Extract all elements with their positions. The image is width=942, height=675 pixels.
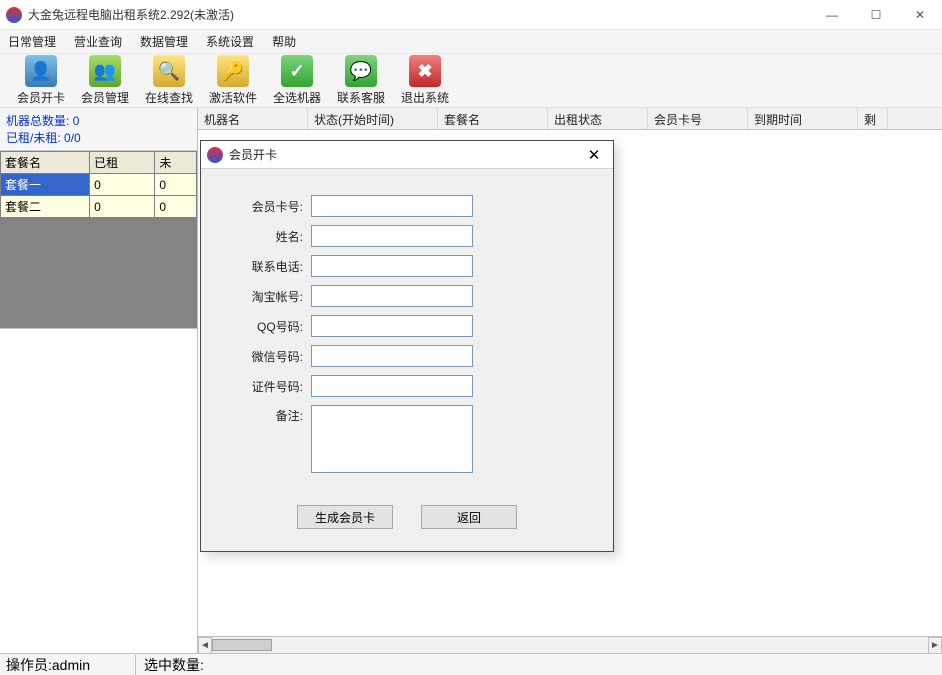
toolbar-exit-sys[interactable]: 退出系统 [394,55,456,106]
input-card[interactable] [311,195,473,217]
rent-value: 0/0 [64,131,81,145]
menu-系统设置[interactable]: 系统设置 [206,33,254,50]
input-taobao[interactable] [311,285,473,307]
machine-table-header: 机器名状态(开始时间)套餐名出租状态会员卡号到期时间剩 [198,108,942,130]
menubar: 日常管理 营业查询 数据管理 系统设置 帮助 [0,30,942,54]
member-open-label: 会员开卡 [10,89,72,106]
total-value: 0 [73,114,80,128]
titlebar: 大金兔远程电脑出租系统2.292(未激活) — ☐ ✕ [0,0,942,30]
exit-sys-icon [409,55,441,87]
total-label: 机器总数量: [6,114,69,128]
toolbar-member-mgr[interactable]: 会员管理 [74,55,136,106]
field-row-qq: QQ号码: [227,315,587,337]
field-row-name: 姓名: [227,225,587,247]
rent-label: 已租/未租: [6,131,61,145]
col-套餐名[interactable]: 套餐名 [438,108,548,129]
select-all-label: 全选机器 [266,89,328,106]
maximize-button[interactable]: ☐ [854,0,898,30]
input-remark[interactable] [311,405,473,473]
label-qq: QQ号码: [227,318,303,335]
package-table[interactable]: 套餐名已租未 套餐一00套餐二00 [0,151,197,218]
dialog-close-button[interactable]: ✕ [575,141,613,169]
scroll-right-arrow[interactable]: ► [928,637,942,653]
dialog-title: 会员开卡 [229,146,575,163]
menu-日常管理[interactable]: 日常管理 [8,33,56,50]
col-状态(开始时间)[interactable]: 状态(开始时间) [308,108,438,129]
field-row-idno: 证件号码: [227,375,587,397]
back-button[interactable]: 返回 [421,505,517,529]
input-wechat[interactable] [311,345,473,367]
activate-soft-label: 激活软件 [202,89,264,106]
member-open-icon [25,55,57,87]
pkg-row[interactable]: 套餐一00 [1,174,197,196]
package-table-fill [0,218,197,328]
pkg-col-已租[interactable]: 已租 [90,152,155,174]
dialog-form: 会员卡号: 姓名: 联系电话: 淘宝帐号: QQ号码: 微信号码: 证件号码: 备注: 生成会员… [201,169,613,539]
horizontal-scrollbar[interactable]: ◄ ► [198,636,942,653]
status-selected: 选中数量: [144,655,204,675]
pkg-col-未[interactable]: 未 [155,152,197,174]
contact-serv-icon [345,55,377,87]
label-remark: 备注: [227,407,303,424]
minimize-button[interactable]: — [810,0,854,30]
left-panel: 机器总数量: 0 已租/未租: 0/0 套餐名已租未 套餐一00套餐二00 [0,108,198,653]
online-search-icon [153,55,185,87]
col-出租状态[interactable]: 出租状态 [548,108,648,129]
field-row-remark: 备注: [227,405,587,473]
menu-帮助[interactable]: 帮助 [272,33,296,50]
field-row-phone: 联系电话: [227,255,587,277]
col-机器名[interactable]: 机器名 [198,108,308,129]
toolbar-contact-serv[interactable]: 联系客服 [330,55,392,106]
input-name[interactable] [311,225,473,247]
col-剩[interactable]: 剩 [858,108,888,129]
input-idno[interactable] [311,375,473,397]
scroll-thumb[interactable] [212,639,272,651]
col-会员卡号[interactable]: 会员卡号 [648,108,748,129]
activate-soft-icon [217,55,249,87]
close-button[interactable]: ✕ [898,0,942,30]
input-qq[interactable] [311,315,473,337]
col-到期时间[interactable]: 到期时间 [748,108,858,129]
member-mgr-label: 会员管理 [74,89,136,106]
label-wechat: 微信号码: [227,348,303,365]
menu-营业查询[interactable]: 营业查询 [74,33,122,50]
field-row-wechat: 微信号码: [227,345,587,367]
status-operator: 操作员:admin [6,655,136,675]
dialog-button-row: 生成会员卡 返回 [227,505,587,529]
member-open-dialog: 会员开卡 ✕ 会员卡号: 姓名: 联系电话: 淘宝帐号: QQ号码: 微信号码: 证件号码:… [200,140,614,552]
exit-sys-label: 退出系统 [394,89,456,106]
window-title: 大金兔远程电脑出租系统2.292(未激活) [28,6,810,23]
dialog-app-icon [207,147,223,163]
toolbar-online-search[interactable]: 在线查找 [138,55,200,106]
label-phone: 联系电话: [227,258,303,275]
field-row-taobao: 淘宝帐号: [227,285,587,307]
select-all-icon [281,55,313,87]
scroll-left-arrow[interactable]: ◄ [198,637,212,653]
label-idno: 证件号码: [227,378,303,395]
generate-card-button[interactable]: 生成会员卡 [297,505,393,529]
label-name: 姓名: [227,228,303,245]
pkg-col-套餐名[interactable]: 套餐名 [1,152,90,174]
toolbar: 会员开卡会员管理在线查找激活软件全选机器联系客服退出系统 [0,54,942,108]
left-lower-panel [0,328,197,653]
online-search-label: 在线查找 [138,89,200,106]
machine-stats: 机器总数量: 0 已租/未租: 0/0 [0,108,197,151]
menu-数据管理[interactable]: 数据管理 [140,33,188,50]
toolbar-activate-soft[interactable]: 激活软件 [202,55,264,106]
toolbar-member-open[interactable]: 会员开卡 [10,55,72,106]
field-row-card: 会员卡号: [227,195,587,217]
app-icon [6,7,22,23]
label-card: 会员卡号: [227,198,303,215]
toolbar-select-all[interactable]: 全选机器 [266,55,328,106]
label-taobao: 淘宝帐号: [227,288,303,305]
member-mgr-icon [89,55,121,87]
pkg-row[interactable]: 套餐二00 [1,196,197,218]
contact-serv-label: 联系客服 [330,89,392,106]
statusbar: 操作员:admin 选中数量: [0,653,942,675]
input-phone[interactable] [311,255,473,277]
dialog-titlebar: 会员开卡 ✕ [201,141,613,169]
